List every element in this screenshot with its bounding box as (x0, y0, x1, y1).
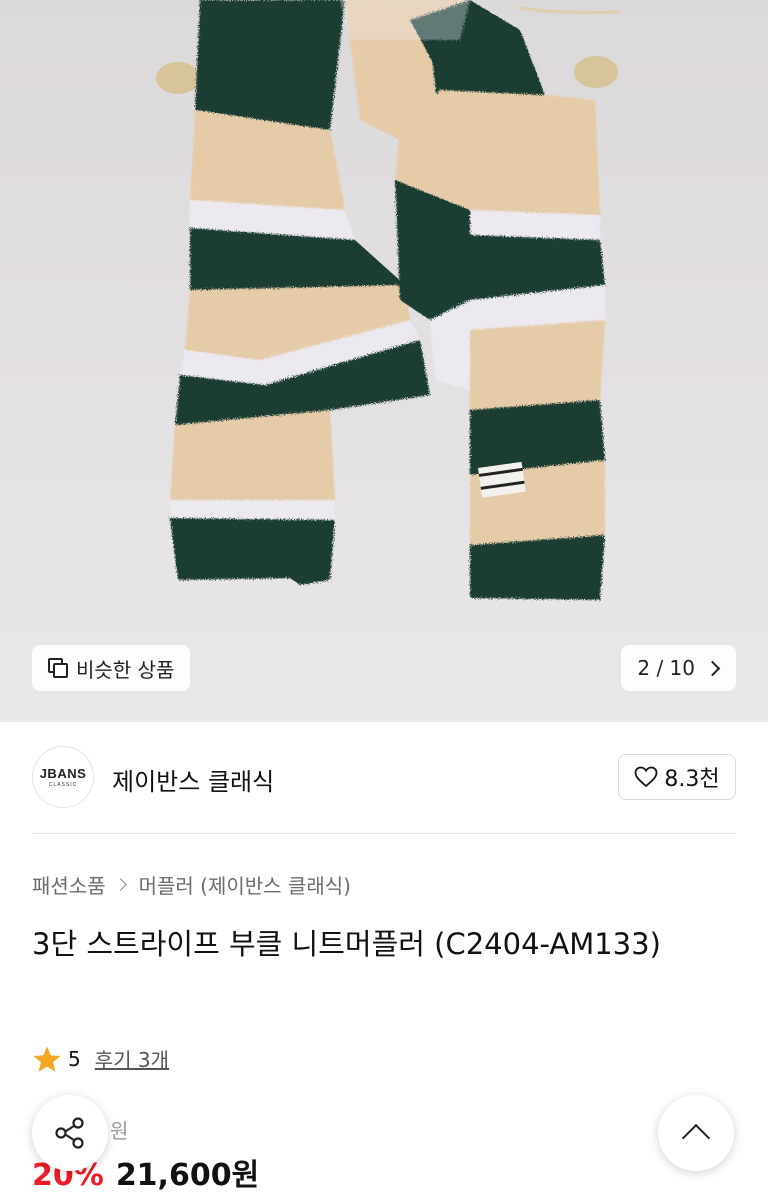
heart-icon (634, 766, 658, 788)
page-indicator: 2 / 10 (637, 656, 695, 680)
product-image[interactable]: 비슷한 상품 2 / 10 (0, 0, 768, 722)
rating-row: 5 후기 3개 (32, 1044, 169, 1073)
star-icon (33, 1045, 61, 1072)
product-title: 3단 스트라이프 부클 니트머플러 (C2404-AM133) (32, 927, 661, 961)
breadcrumb-subcategory[interactable]: 머플러 (제이반스 클래식) (139, 870, 351, 899)
similar-items-label: 비슷한 상품 (76, 657, 175, 682)
review-count-link[interactable]: 후기 3개 (95, 1044, 169, 1073)
like-button[interactable]: 8.3천 (618, 754, 736, 800)
original-price: 원 (110, 1119, 129, 1143)
rating-score: 5 (68, 1046, 81, 1071)
brand-logo-text: JBANS (39, 766, 87, 781)
breadcrumb: 패션소품 머플러 (제이반스 클래식) (32, 870, 351, 899)
chevron-up-icon (681, 1123, 711, 1153)
similar-items-icon (48, 658, 68, 678)
divider (32, 833, 736, 834)
similar-items-button[interactable]: 비슷한 상품 (32, 645, 191, 691)
brand-logo[interactable]: JBANS CLASSIC (32, 746, 94, 808)
image-pager[interactable]: 2 / 10 (621, 645, 736, 691)
share-icon (55, 1117, 84, 1149)
sale-price: 21,600원 (115, 1158, 260, 1193)
breadcrumb-category[interactable]: 패션소품 (32, 870, 106, 899)
brand-logo-subtext: CLASSIC (48, 782, 78, 788)
chevron-right-icon (704, 660, 721, 676)
scroll-top-button[interactable] (658, 1095, 734, 1171)
brand-name[interactable]: 제이반스 클래식 (112, 762, 274, 797)
scarf-illustration (156, 0, 621, 600)
brand-row: JBANS CLASSIC 제이반스 클래식 8.3천 (32, 746, 736, 810)
chevron-right-icon (113, 878, 127, 891)
like-count: 8.3천 (664, 767, 720, 792)
share-button[interactable] (32, 1095, 108, 1171)
